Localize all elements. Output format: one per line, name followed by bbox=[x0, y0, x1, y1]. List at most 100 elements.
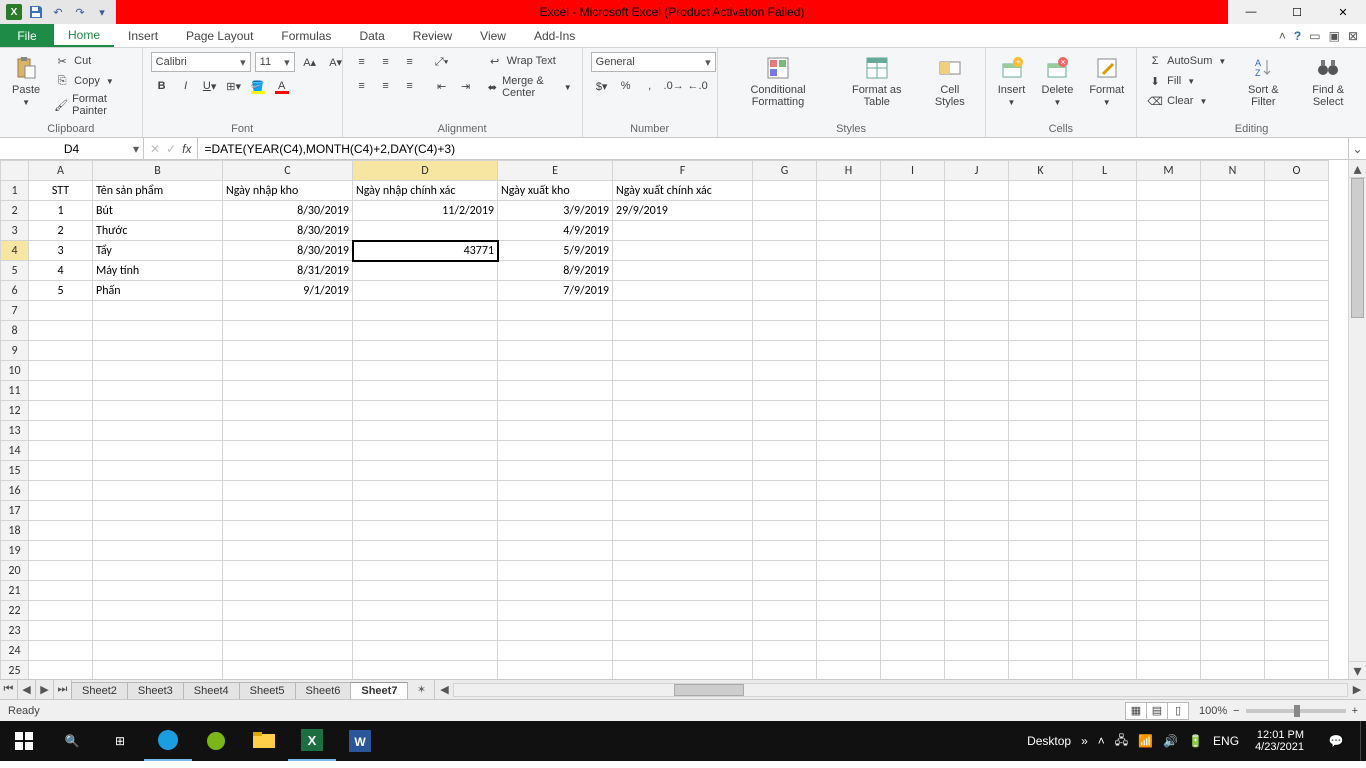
cell[interactable] bbox=[1201, 461, 1265, 481]
cell[interactable] bbox=[1073, 361, 1137, 381]
italic-button[interactable]: I bbox=[175, 76, 197, 96]
cell[interactable] bbox=[29, 601, 93, 621]
cell[interactable] bbox=[1009, 501, 1073, 521]
cell[interactable] bbox=[945, 441, 1009, 461]
cell[interactable] bbox=[93, 461, 223, 481]
decrease-decimal-button[interactable]: ←.0 bbox=[687, 76, 709, 96]
cell[interactable] bbox=[1201, 341, 1265, 361]
cell[interactable] bbox=[1265, 661, 1329, 680]
cell[interactable] bbox=[1073, 461, 1137, 481]
cell[interactable] bbox=[881, 221, 945, 241]
cell[interactable] bbox=[1137, 381, 1201, 401]
cell[interactable] bbox=[753, 381, 817, 401]
cell[interactable] bbox=[945, 281, 1009, 301]
cell[interactable] bbox=[817, 621, 881, 641]
zoom-in-button[interactable]: + bbox=[1352, 705, 1358, 717]
cell[interactable] bbox=[613, 621, 753, 641]
row-header[interactable]: 8 bbox=[1, 321, 29, 341]
bold-button[interactable]: B bbox=[151, 76, 173, 96]
cell[interactable] bbox=[817, 581, 881, 601]
cell[interactable] bbox=[223, 301, 353, 321]
cell[interactable] bbox=[93, 361, 223, 381]
cell[interactable] bbox=[223, 541, 353, 561]
insert-cells-button[interactable]: +Insert▼ bbox=[994, 52, 1030, 109]
cell[interactable] bbox=[353, 461, 498, 481]
cell[interactable]: 2 bbox=[29, 221, 93, 241]
cell[interactable] bbox=[93, 541, 223, 561]
row-header[interactable]: 11 bbox=[1, 381, 29, 401]
cell[interactable] bbox=[93, 481, 223, 501]
cell[interactable] bbox=[29, 521, 93, 541]
sheet-tab[interactable]: Sheet3 bbox=[127, 682, 184, 699]
row-header[interactable]: 21 bbox=[1, 581, 29, 601]
cell[interactable] bbox=[93, 621, 223, 641]
row-header[interactable]: 19 bbox=[1, 541, 29, 561]
battery-icon[interactable]: 🔋 bbox=[1188, 734, 1203, 748]
row-header[interactable]: 14 bbox=[1, 441, 29, 461]
cell[interactable] bbox=[93, 341, 223, 361]
cell[interactable] bbox=[1265, 241, 1329, 261]
percent-button[interactable]: % bbox=[615, 76, 637, 96]
cell[interactable] bbox=[353, 281, 498, 301]
cell[interactable] bbox=[945, 461, 1009, 481]
cell[interactable]: 29/9/2019 bbox=[613, 201, 753, 221]
row-header[interactable]: 17 bbox=[1, 501, 29, 521]
formula-input[interactable]: =DATE(YEAR(C4),MONTH(C4)+2,DAY(C4)+3) bbox=[198, 138, 1348, 159]
cell[interactable] bbox=[1073, 501, 1137, 521]
row-header[interactable]: 25 bbox=[1, 661, 29, 680]
delete-cells-button[interactable]: ×Delete▼ bbox=[1038, 52, 1078, 109]
cell[interactable] bbox=[817, 321, 881, 341]
cell[interactable]: 3 bbox=[29, 241, 93, 261]
cell[interactable] bbox=[1137, 401, 1201, 421]
cell[interactable] bbox=[1201, 581, 1265, 601]
cell[interactable] bbox=[1137, 461, 1201, 481]
close-button[interactable]: ✕ bbox=[1320, 0, 1366, 24]
cell[interactable] bbox=[1137, 201, 1201, 221]
cell[interactable] bbox=[353, 341, 498, 361]
cell[interactable] bbox=[881, 261, 945, 281]
cell[interactable] bbox=[93, 441, 223, 461]
zoom-slider[interactable] bbox=[1246, 709, 1346, 713]
cell[interactable] bbox=[753, 561, 817, 581]
sort-filter-button[interactable]: AZSort & Filter bbox=[1236, 52, 1290, 110]
cell[interactable] bbox=[1137, 541, 1201, 561]
cell[interactable] bbox=[753, 341, 817, 361]
row-header[interactable]: 16 bbox=[1, 481, 29, 501]
scroll-down-icon[interactable]: ▾ bbox=[1349, 661, 1366, 679]
align-right-button[interactable]: ≡ bbox=[399, 76, 421, 96]
cell[interactable] bbox=[498, 541, 613, 561]
cell[interactable] bbox=[29, 301, 93, 321]
cell[interactable] bbox=[945, 521, 1009, 541]
cell[interactable] bbox=[881, 581, 945, 601]
font-name-select[interactable]: Calibri▾ bbox=[151, 52, 251, 72]
cell[interactable] bbox=[753, 401, 817, 421]
cell[interactable]: 8/9/2019 bbox=[498, 261, 613, 281]
scroll-thumb[interactable] bbox=[1351, 178, 1364, 318]
wifi-icon[interactable]: 📶 bbox=[1138, 734, 1153, 748]
show-desktop-button[interactable] bbox=[1360, 721, 1366, 761]
cell[interactable] bbox=[1073, 421, 1137, 441]
cell[interactable] bbox=[1009, 561, 1073, 581]
cell[interactable] bbox=[1201, 261, 1265, 281]
cell[interactable] bbox=[498, 361, 613, 381]
excel-app-icon[interactable]: X bbox=[6, 4, 22, 20]
cell[interactable] bbox=[353, 641, 498, 661]
cell[interactable] bbox=[498, 461, 613, 481]
cell[interactable] bbox=[498, 321, 613, 341]
cell[interactable] bbox=[881, 421, 945, 441]
cell[interactable] bbox=[1201, 541, 1265, 561]
cell[interactable]: 1 bbox=[29, 201, 93, 221]
cell[interactable] bbox=[223, 621, 353, 641]
cell[interactable]: 8/30/2019 bbox=[223, 241, 353, 261]
currency-button[interactable]: $▾ bbox=[591, 76, 613, 96]
cell[interactable] bbox=[1201, 441, 1265, 461]
cell[interactable] bbox=[353, 441, 498, 461]
cell[interactable] bbox=[29, 581, 93, 601]
scroll-up-icon[interactable]: ▴ bbox=[1349, 160, 1366, 178]
cell[interactable] bbox=[1265, 561, 1329, 581]
word-taskbar-icon[interactable]: W bbox=[336, 721, 384, 761]
cell[interactable] bbox=[353, 381, 498, 401]
cell[interactable] bbox=[353, 421, 498, 441]
cell[interactable] bbox=[1201, 521, 1265, 541]
row-header[interactable]: 10 bbox=[1, 361, 29, 381]
